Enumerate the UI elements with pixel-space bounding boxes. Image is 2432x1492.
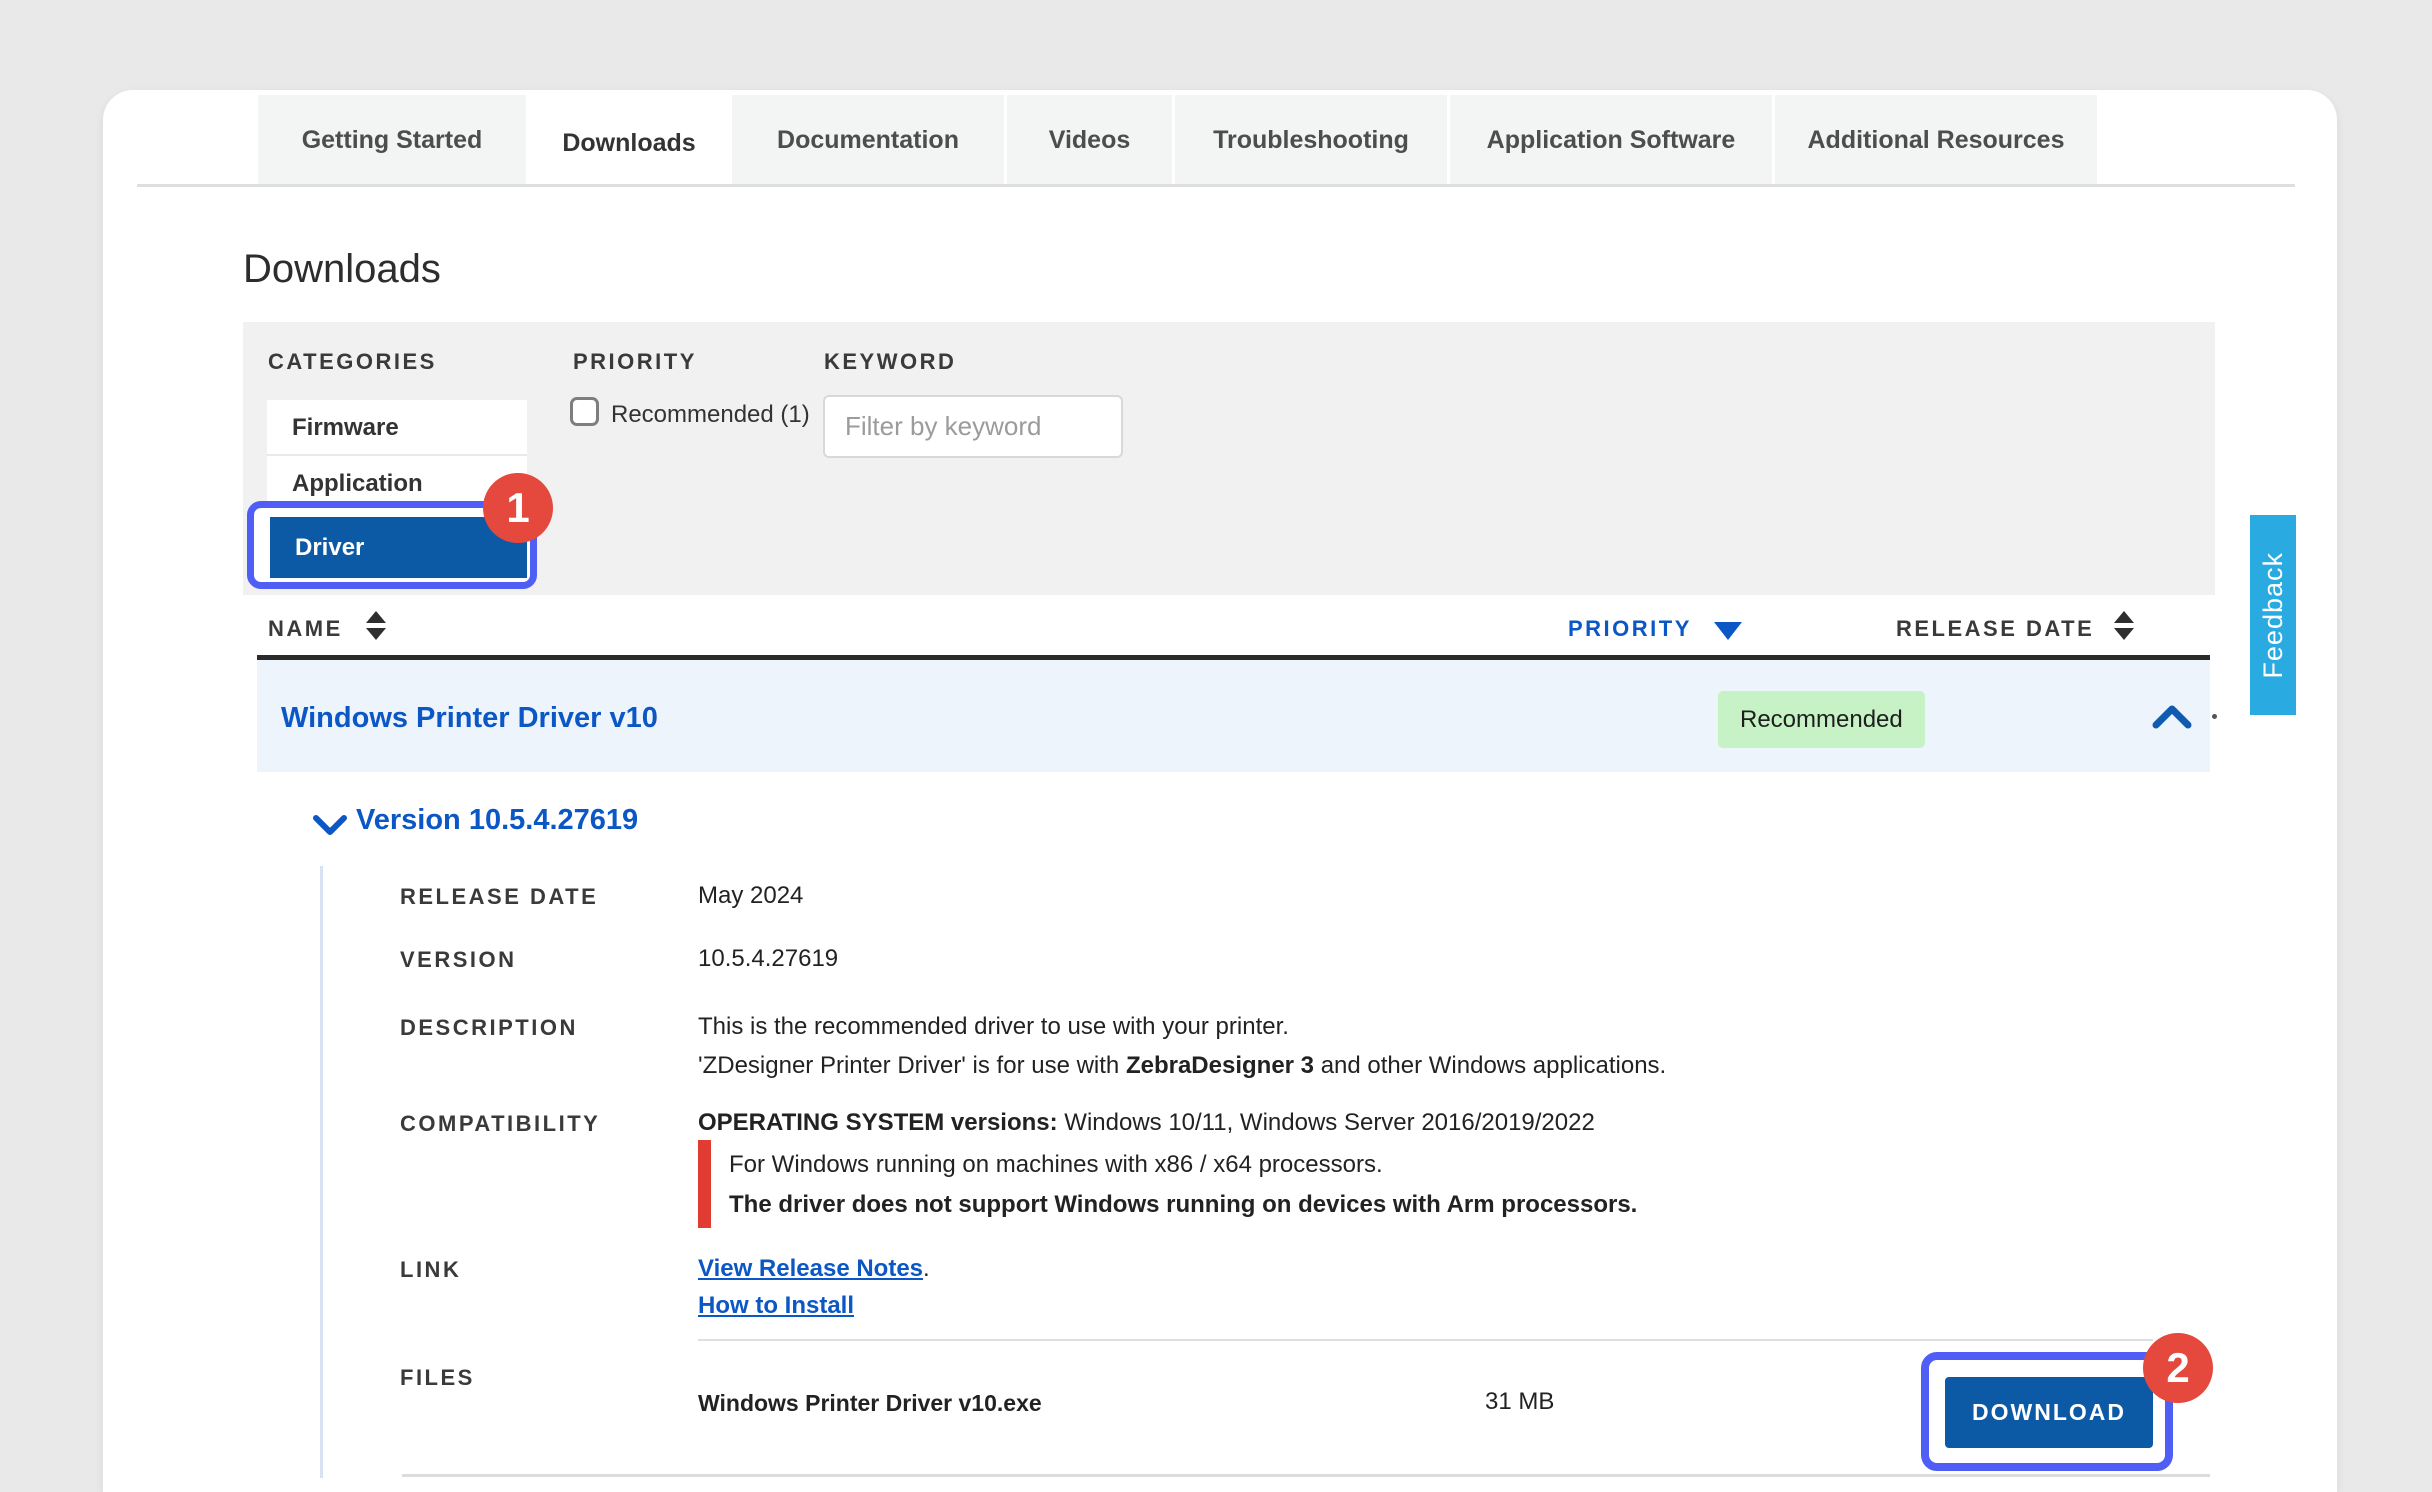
warning-red-bar	[698, 1140, 711, 1228]
version-label: VERSION	[400, 947, 517, 973]
files-top-divider	[698, 1339, 2153, 1341]
sort-down-arrow	[2114, 628, 2134, 640]
release-notes-period: .	[923, 1255, 930, 1282]
priority-sort-desc-icon[interactable]	[1714, 622, 1742, 640]
category-item-firmware[interactable]: Firmware	[267, 400, 527, 456]
tab-downloads[interactable]: Downloads	[529, 95, 729, 191]
tab-getting-started[interactable]: Getting Started	[258, 95, 526, 186]
os-versions-rest: Windows 10/11, Windows Server 2016/2019/…	[1058, 1109, 1595, 1136]
feedback-label: Feedback	[2258, 552, 2289, 679]
categories-label: CATEGORIES	[268, 349, 437, 375]
stray-dot	[2212, 714, 2217, 719]
version-value: 10.5.4.27619	[698, 944, 838, 974]
expand-chevron-icon[interactable]	[312, 813, 348, 842]
feedback-tab[interactable]: Feedback	[2250, 515, 2296, 715]
download-button[interactable]: DOWNLOAD	[1945, 1377, 2153, 1448]
files-label: FILES	[400, 1365, 475, 1391]
os-versions-bold: OPERATING SYSTEM versions:	[698, 1109, 1058, 1136]
how-to-install-line: How to Install	[698, 1291, 854, 1321]
recommended-badge: Recommended	[1718, 691, 1925, 748]
link-label: LINK	[400, 1257, 461, 1283]
description-line2-prefix: 'ZDesigner Printer Driver' is for use wi…	[698, 1052, 1126, 1079]
sort-icon-name[interactable]	[366, 611, 386, 640]
keyword-label: KEYWORD	[824, 349, 956, 375]
sort-up-arrow	[2114, 611, 2134, 623]
tabbar-divider	[137, 184, 2295, 187]
tab-videos[interactable]: Videos	[1007, 95, 1172, 186]
keyword-filter-input[interactable]	[823, 395, 1123, 458]
compatibility-label: COMPATIBILITY	[400, 1111, 600, 1137]
tab-troubleshooting[interactable]: Troubleshooting	[1175, 95, 1447, 186]
description-line2: 'ZDesigner Printer Driver' is for use wi…	[698, 1051, 1666, 1081]
version-heading[interactable]: Version 10.5.4.27619	[356, 804, 638, 837]
tab-additional-resources[interactable]: Additional Resources	[1775, 95, 2097, 186]
description-line2-bold: ZebraDesigner 3	[1126, 1052, 1314, 1079]
release-date-label: RELEASE DATE	[400, 884, 598, 910]
recommended-checkbox-label[interactable]: Recommended (1)	[611, 400, 810, 429]
screen: Getting Started Downloads Documentation …	[0, 0, 2432, 1492]
priority-label: PRIORITY	[573, 349, 697, 375]
file-size: 31 MB	[1485, 1387, 1554, 1417]
filter-panel	[243, 322, 2215, 595]
file-name: Windows Printer Driver v10.exe	[698, 1388, 1042, 1418]
annotation-step2-badge: 2	[2143, 1333, 2213, 1403]
release-date-value: May 2024	[698, 881, 803, 911]
description-line2-suffix: and other Windows applications.	[1314, 1052, 1666, 1079]
sort-icon-release-date[interactable]	[2114, 611, 2134, 640]
driver-name-link[interactable]: Windows Printer Driver v10	[281, 702, 658, 735]
page-title: Downloads	[243, 247, 441, 292]
details-vertical-rule	[320, 866, 323, 1478]
sort-up-arrow	[366, 611, 386, 623]
compatibility-note-line2: The driver does not support Windows runn…	[729, 1190, 1637, 1220]
column-header-priority[interactable]: PRIORITY	[1568, 616, 1692, 642]
recommended-checkbox[interactable]	[570, 397, 599, 426]
annotation-step1-badge: 1	[483, 473, 553, 543]
files-bottom-divider	[402, 1474, 2210, 1477]
collapse-chevron-icon[interactable]	[2151, 702, 2193, 735]
how-to-install-link[interactable]: How to Install	[698, 1292, 854, 1319]
description-line1: This is the recommended driver to use wi…	[698, 1012, 1289, 1042]
sort-down-arrow	[366, 628, 386, 640]
column-header-release-date[interactable]: RELEASE DATE	[1896, 616, 2094, 642]
tabbar: Getting Started Downloads Documentation …	[258, 95, 2097, 186]
tab-documentation[interactable]: Documentation	[732, 95, 1004, 186]
description-label: DESCRIPTION	[400, 1015, 578, 1041]
view-release-notes-link[interactable]: View Release Notes	[698, 1255, 923, 1282]
os-compatibility-line: OPERATING SYSTEM versions: Windows 10/11…	[698, 1108, 1595, 1138]
release-notes-line: View Release Notes.	[698, 1254, 930, 1284]
compatibility-note-line1: For Windows running on machines with x86…	[729, 1150, 1383, 1180]
column-header-name[interactable]: NAME	[268, 616, 343, 642]
tab-application-software[interactable]: Application Software	[1450, 95, 1772, 186]
